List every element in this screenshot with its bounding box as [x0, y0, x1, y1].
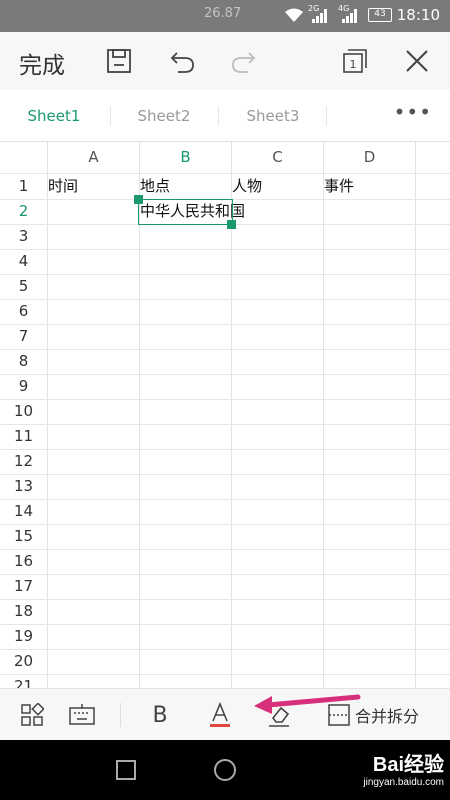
recents-icon[interactable]	[114, 758, 138, 782]
window-switch-icon: 1	[343, 49, 367, 73]
grid-line	[0, 599, 450, 600]
battery-icon: 43	[368, 8, 392, 22]
grid-line	[0, 349, 450, 350]
merge-cells-icon	[328, 704, 350, 726]
row-header-3[interactable]: 3	[0, 224, 47, 249]
baidu-jingyan-watermark: Bai经验 jingyan.baidu.com	[363, 748, 444, 788]
cell-b1[interactable]: 地点	[139, 174, 170, 199]
grid-line	[0, 274, 450, 275]
row-header-12[interactable]: 12	[0, 449, 47, 474]
tab-divider	[218, 106, 219, 126]
row-header-11[interactable]: 11	[0, 424, 47, 449]
svg-text:1: 1	[350, 58, 357, 71]
font-color-icon	[210, 701, 230, 727]
row-header-2[interactable]: 2	[0, 199, 47, 224]
row-header-18[interactable]: 18	[0, 599, 47, 624]
row-header-5[interactable]: 5	[0, 274, 47, 299]
font-color-button[interactable]	[206, 701, 234, 729]
tab-sheet2[interactable]: Sheet2	[118, 107, 210, 125]
done-button[interactable]: 完成	[19, 46, 65, 80]
grid-line	[0, 474, 450, 475]
row-header-8[interactable]: 8	[0, 349, 47, 374]
toolbar-divider	[120, 703, 121, 727]
undo-button[interactable]	[166, 44, 200, 78]
editor-toolbar: 完成 1	[0, 32, 450, 90]
grid-line	[0, 399, 450, 400]
home-icon[interactable]	[213, 758, 237, 782]
cell-d1[interactable]: 事件	[323, 174, 354, 199]
spreadsheet-grid[interactable]: A B C D 1 2 3 4 5 6 7 8 9 10 11 12 13 14 15 16 17 18 19 20 2…	[0, 142, 450, 688]
row-header-4[interactable]: 4	[0, 249, 47, 274]
row-header-16[interactable]: 16	[0, 549, 47, 574]
close-button[interactable]	[400, 44, 434, 78]
grid-line	[0, 649, 450, 650]
row-header-9[interactable]: 9	[0, 374, 47, 399]
row-header-14[interactable]: 14	[0, 499, 47, 524]
status-time: 18:10	[396, 6, 440, 24]
close-icon	[406, 50, 428, 72]
row-header-15[interactable]: 15	[0, 524, 47, 549]
save-button[interactable]	[102, 44, 136, 78]
row-header-17[interactable]: 17	[0, 574, 47, 599]
redo-icon	[232, 52, 256, 73]
merge-split-label: 合并拆分	[355, 707, 420, 726]
save-icon	[107, 49, 131, 73]
status-bar: 26.87 2G 4G 43 18:10	[0, 0, 450, 32]
row-header-21[interactable]: 21	[0, 674, 47, 688]
grid-line	[0, 424, 450, 425]
row-header-19[interactable]: 19	[0, 624, 47, 649]
apps-grid-icon	[21, 703, 44, 726]
signal-1-icon	[312, 9, 327, 23]
cell-c1[interactable]: 人物	[231, 174, 262, 199]
signal-2-icon	[342, 9, 357, 23]
status-ghost-text: 26.87	[204, 6, 242, 21]
row-header-10[interactable]: 10	[0, 399, 47, 424]
merge-split-button[interactable]: 合并拆分	[328, 701, 444, 729]
grid-line	[0, 299, 450, 300]
grid-line	[0, 499, 450, 500]
format-toolbar: B 合并拆分	[0, 688, 450, 740]
watermark-brand: Bai经验	[372, 754, 444, 776]
tab-sheet1[interactable]: Sheet1	[8, 107, 100, 125]
row-header-13[interactable]: 13	[0, 474, 47, 499]
row-header-6[interactable]: 6	[0, 299, 47, 324]
row-header-20[interactable]: 20	[0, 649, 47, 674]
grid-line	[0, 524, 450, 525]
wifi-icon	[285, 8, 303, 22]
grid-line	[0, 574, 450, 575]
grid-line	[0, 674, 450, 675]
watermark-url: jingyan.baidu.com	[363, 777, 444, 788]
selection-handle-bottom-right[interactable]	[227, 220, 236, 229]
tab-divider	[110, 106, 111, 126]
window-switch-button[interactable]: 1	[338, 44, 372, 78]
column-header-b[interactable]: B	[140, 142, 231, 173]
column-header-a[interactable]: A	[48, 142, 139, 173]
keyboard-button[interactable]	[67, 701, 97, 729]
keyboard-icon	[69, 704, 95, 725]
grid-line	[0, 549, 450, 550]
grid-line	[0, 449, 450, 450]
tab-sheet3[interactable]: Sheet3	[227, 107, 319, 125]
selected-cell-border	[138, 199, 233, 225]
cell-a1[interactable]: 时间	[47, 174, 78, 199]
grid-line	[0, 374, 450, 375]
column-header-d[interactable]: D	[324, 142, 415, 173]
selection-handle-top-left[interactable]	[134, 195, 143, 204]
more-options-icon[interactable]: •••	[394, 100, 432, 124]
sheet-tabs: Sheet1 Sheet2 Sheet3 •••	[0, 90, 450, 142]
apps-button[interactable]	[18, 701, 46, 729]
grid-line	[0, 324, 450, 325]
column-header-c[interactable]: C	[232, 142, 323, 173]
grid-line	[0, 249, 450, 250]
undo-icon	[170, 52, 194, 73]
bold-button[interactable]: B	[148, 701, 172, 729]
redo-button[interactable]	[226, 44, 260, 78]
grid-line	[0, 624, 450, 625]
row-header-1[interactable]: 1	[0, 174, 47, 199]
tab-divider	[326, 106, 327, 126]
row-header-7[interactable]: 7	[0, 324, 47, 349]
